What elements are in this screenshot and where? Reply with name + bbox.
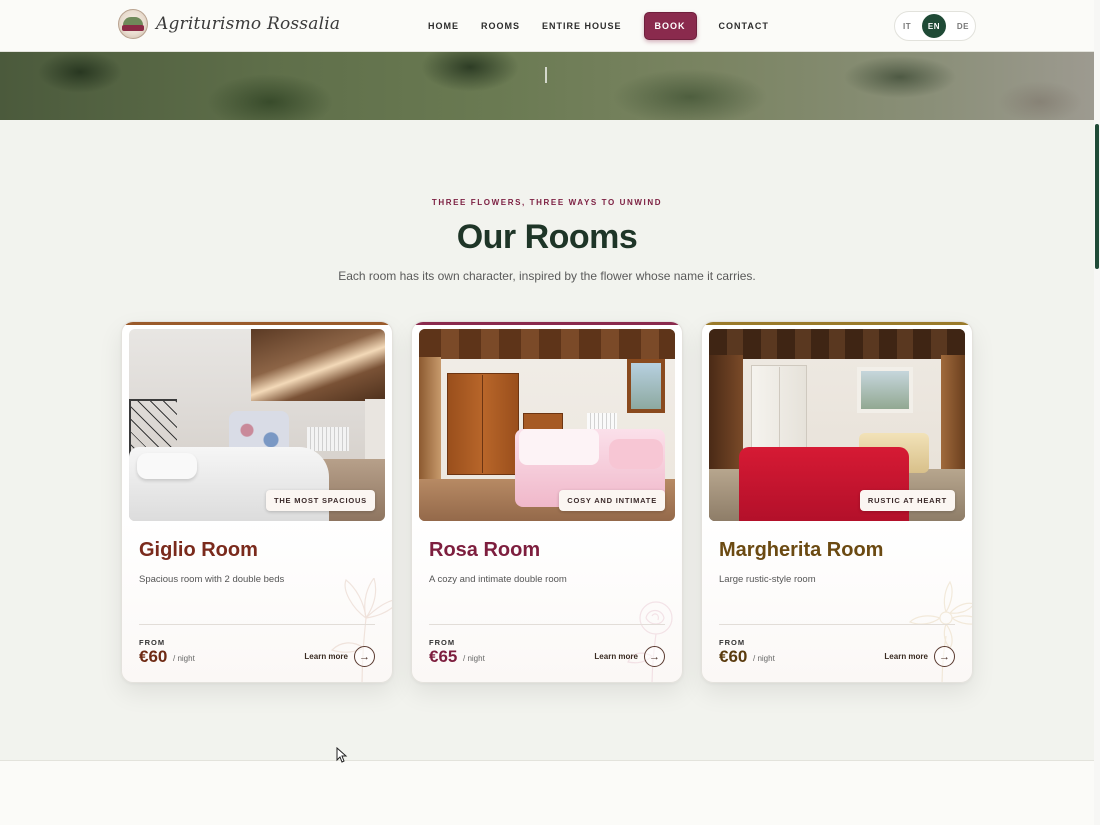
card-divider [719, 624, 955, 625]
arrow-right-icon[interactable]: → [934, 646, 955, 667]
next-section [0, 760, 1094, 825]
price-from-label: FROM [139, 638, 166, 647]
room-description: A cozy and intimate double room [429, 574, 567, 585]
room-title[interactable]: Giglio Room [139, 539, 258, 562]
price-from-label: FROM [429, 638, 456, 647]
room-card-rosa[interactable]: COSY AND INTIMATE Rosa Room A cozy and i… [411, 321, 683, 683]
room-card-margherita[interactable]: RUSTIC AT HEART Margherita Room Large ru… [701, 321, 973, 683]
price-per-night: / night [173, 654, 195, 663]
room-badge: THE MOST SPACIOUS [265, 490, 375, 511]
learn-more-link[interactable]: Learn more [304, 652, 348, 661]
main-nav: HOME ROOMS ENTIRE HOUSE BOOK CONTACT [428, 0, 791, 52]
arrow-right-icon[interactable]: → [354, 646, 375, 667]
room-title[interactable]: Rosa Room [429, 539, 540, 562]
section-eyebrow: THREE FLOWERS, THREE WAYS TO UNWIND [431, 198, 663, 207]
logo-text: Agriturismo Rossalia [156, 14, 341, 34]
rose-flower-icon [627, 601, 673, 682]
room-price: €65 [429, 647, 458, 666]
lang-it[interactable]: IT [903, 22, 911, 31]
section-title: Our Rooms [456, 218, 638, 256]
card-accent-bar [702, 322, 972, 325]
room-photo-giglio[interactable]: THE MOST SPACIOUS [129, 329, 385, 521]
room-price: €60 [139, 647, 168, 666]
language-switcher: IT EN DE [894, 11, 976, 41]
book-button[interactable]: BOOK [643, 12, 697, 40]
lang-en[interactable]: EN [921, 14, 946, 38]
learn-more-link[interactable]: Learn more [594, 652, 638, 661]
arrow-right-icon[interactable]: → [644, 646, 665, 667]
room-card-giglio[interactable]: THE MOST SPACIOUS Giglio Room Spacious r… [121, 321, 393, 683]
nav-contact[interactable]: CONTACT [719, 21, 769, 31]
card-divider [429, 624, 665, 625]
learn-more-link[interactable]: Learn more [884, 652, 928, 661]
room-badge: RUSTIC AT HEART [859, 490, 955, 511]
room-badge: COSY AND INTIMATE [559, 490, 665, 511]
room-description: Large rustic-style room [719, 574, 816, 585]
daisy-flower-icon [908, 580, 972, 682]
section-subtitle: Each room has its own character, inspire… [338, 269, 756, 283]
card-accent-bar [412, 322, 682, 325]
scrollbar-thumb[interactable] [1095, 124, 1099, 269]
card-accent-bar [122, 322, 392, 325]
price-per-night: / night [463, 654, 485, 663]
logo[interactable]: Agriturismo Rossalia [118, 9, 340, 39]
lang-de[interactable]: DE [957, 22, 969, 31]
room-title[interactable]: Margherita Room [719, 539, 883, 562]
room-description: Spacious room with 2 double beds [139, 574, 285, 585]
nav-entire-house[interactable]: ENTIRE HOUSE [542, 21, 622, 31]
mouse-pointer-icon [336, 747, 348, 763]
price-from-label: FROM [719, 638, 746, 647]
site-header: Agriturismo Rossalia HOME ROOMS ENTIRE H… [0, 0, 1094, 52]
hero-image [0, 52, 1094, 120]
scroll-indicator [545, 67, 547, 83]
card-divider [139, 624, 375, 625]
room-price: €60 [719, 647, 748, 666]
price-per-night: / night [753, 654, 775, 663]
nav-rooms[interactable]: ROOMS [481, 21, 520, 31]
nav-home[interactable]: HOME [428, 21, 459, 31]
lily-flower-icon [330, 578, 392, 682]
room-photo-rosa[interactable]: COSY AND INTIMATE [419, 329, 675, 521]
room-photo-margherita[interactable]: RUSTIC AT HEART [709, 329, 965, 521]
logo-badge-icon [118, 9, 148, 39]
